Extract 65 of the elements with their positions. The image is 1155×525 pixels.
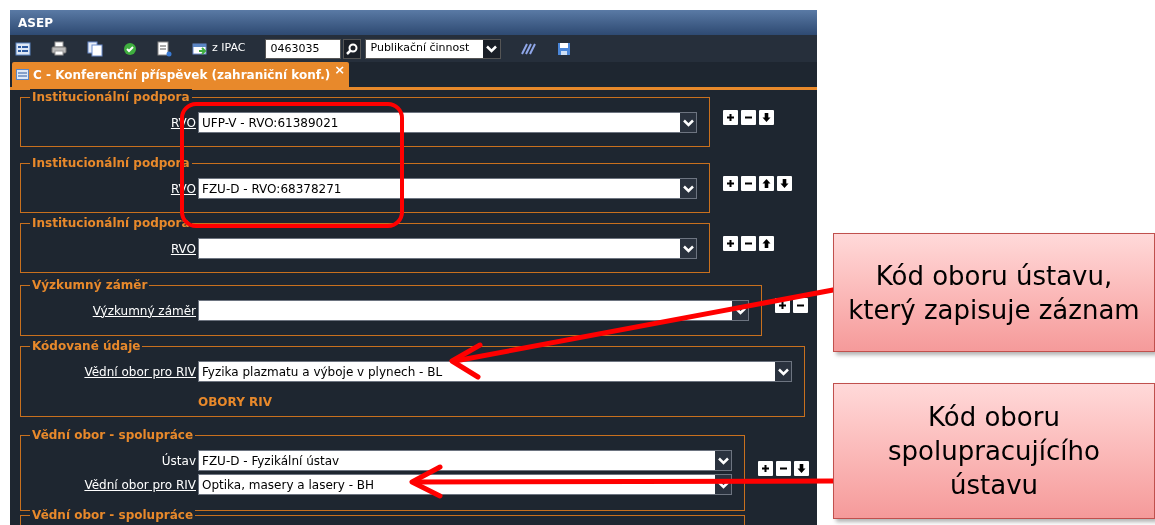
plus-icon: [724, 111, 737, 124]
section-legend: Kódované údaje: [30, 338, 143, 354]
minus-button[interactable]: [741, 176, 756, 191]
section-legend: Výzkumný záměr: [30, 277, 150, 293]
down-arrow-icon: [760, 111, 773, 124]
field-label-link[interactable]: Vědní obor pro RIV: [84, 362, 196, 381]
minus-button[interactable]: [776, 461, 791, 476]
dropdown-field[interactable]: FZU-D - RVO:68378271: [198, 178, 697, 199]
dropdown-field[interactable]: [198, 300, 749, 321]
save-icon[interactable]: [557, 41, 572, 56]
chevron-down-icon: [717, 456, 729, 465]
down-arrow-icon: [778, 177, 791, 190]
down-arrow-button[interactable]: [759, 110, 774, 125]
plus-button[interactable]: [723, 236, 738, 251]
minus-button[interactable]: [741, 110, 756, 125]
record-field[interactable]: 0463035: [265, 38, 342, 59]
plus-icon: [759, 462, 772, 475]
up-arrow-button[interactable]: [759, 176, 774, 191]
minus-button[interactable]: [793, 298, 808, 313]
import-button[interactable]: z IPAC: [192, 40, 246, 57]
chevron-down-icon: [734, 306, 746, 315]
field-label: Ústav: [161, 452, 196, 470]
copy-icon[interactable]: [87, 40, 103, 57]
plus-button[interactable]: [758, 461, 773, 476]
section-legend: Institucionální podpora: [30, 89, 192, 105]
search-icon: [346, 42, 359, 55]
stripes-icon[interactable]: [521, 42, 538, 55]
plus-button[interactable]: [723, 176, 738, 191]
chevron-down-icon: [682, 118, 694, 127]
section-note: OBORY RIV: [198, 395, 272, 409]
up-arrow-button[interactable]: [759, 236, 774, 251]
down-arrow-button[interactable]: [777, 176, 792, 191]
minus-button[interactable]: [741, 236, 756, 251]
callout-box: Kód oboru spolupracujícího ústavu: [833, 383, 1155, 519]
chevron-down-icon: [682, 244, 694, 253]
up-arrow-icon: [760, 177, 773, 190]
document-list-icon: [16, 69, 29, 80]
chevron-down-icon: [777, 367, 789, 376]
check-icon[interactable]: [123, 41, 137, 56]
chevron-down-icon: [486, 44, 498, 53]
list-icon[interactable]: [15, 41, 31, 56]
field-label-link[interactable]: Vědní obor pro RIV: [84, 475, 196, 494]
dropdown-field[interactable]: Fyzika plazmatu a výboje v plynech - BL: [198, 361, 792, 382]
dropdown-field[interactable]: [198, 238, 697, 259]
plus-icon: [776, 299, 789, 312]
search-button[interactable]: [343, 38, 362, 59]
dropdown-field[interactable]: UFP-V - RVO:61389021: [198, 112, 697, 133]
field-label-link[interactable]: Výzkumný záměr: [92, 301, 196, 320]
plus-button[interactable]: [723, 110, 738, 125]
import-icon: [192, 41, 208, 56]
dropdown-field[interactable]: FZU-D - Fyzikální ústav: [198, 450, 732, 471]
down-arrow-icon: [795, 462, 808, 475]
section-legend: Vědní obor - spolupráce: [30, 427, 195, 443]
chevron-down-icon: [682, 184, 694, 193]
printer-icon[interactable]: [51, 41, 67, 56]
window-title: ASEP: [18, 14, 53, 32]
document-icon[interactable]: [157, 40, 172, 57]
callout-box: Kód oboru ústavu, který zapisuje záznam: [833, 233, 1155, 352]
field-label-link[interactable]: RVO: [170, 239, 196, 258]
plus-icon: [724, 237, 737, 250]
section-legend: Vědní obor - spolupráce: [30, 507, 195, 523]
down-arrow-button[interactable]: [794, 461, 809, 476]
type-dropdown[interactable]: Publikační činnost: [365, 38, 502, 59]
up-arrow-icon: [760, 237, 773, 250]
plus-icon: [724, 177, 737, 190]
